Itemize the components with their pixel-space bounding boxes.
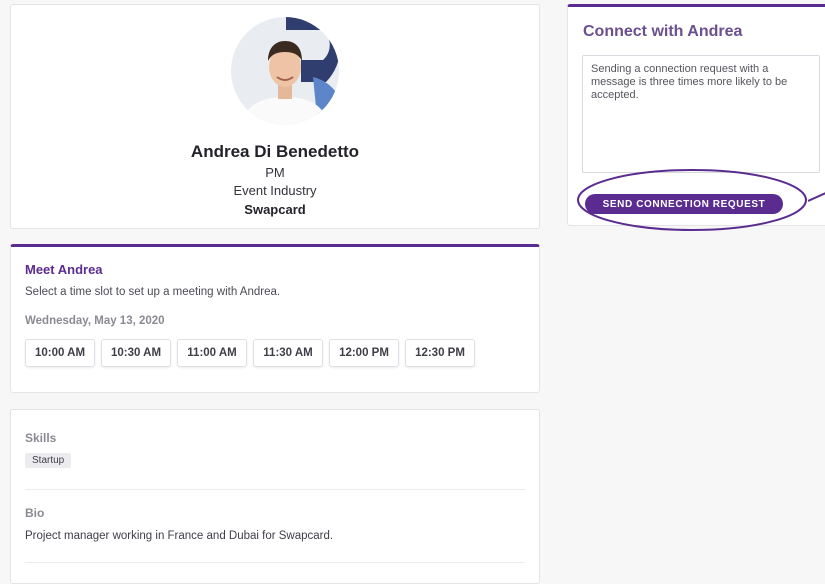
skills-label: Skills bbox=[25, 431, 57, 445]
connect-title: Connect with Andrea bbox=[583, 23, 743, 40]
divider bbox=[25, 562, 525, 563]
time-slot-button[interactable]: 10:00 AM bbox=[25, 339, 95, 367]
bio-label: Bio bbox=[25, 506, 45, 520]
time-slot-button[interactable]: 11:30 AM bbox=[253, 339, 323, 367]
time-slot-button[interactable]: 10:30 AM bbox=[101, 339, 171, 367]
profile-job-title: PM bbox=[265, 165, 285, 180]
profile-name: Andrea Di Benedetto bbox=[190, 142, 360, 161]
time-slot-button[interactable]: 12:00 PM bbox=[329, 339, 399, 367]
avatar bbox=[231, 17, 339, 125]
profile-card: Andrea Di Benedetto PM Event Industry Sw… bbox=[10, 4, 540, 229]
time-slot-button[interactable]: 12:30 PM bbox=[405, 339, 475, 367]
skill-tag: Startup bbox=[25, 453, 72, 468]
meet-title: Meet Andrea bbox=[25, 262, 103, 277]
profile-company: Swapcard bbox=[244, 202, 306, 217]
details-card: Skills Startup Bio Project manager worki… bbox=[10, 409, 540, 584]
avatar-photo bbox=[231, 17, 339, 125]
divider bbox=[25, 489, 525, 490]
meet-subtitle: Select a time slot to set up a meeting w… bbox=[25, 286, 281, 298]
meet-date: Wednesday, May 13, 2020 bbox=[25, 315, 165, 327]
meet-card: Meet Andrea Select a time slot to set up… bbox=[10, 244, 540, 393]
connection-message-input[interactable]: Sending a connection request with a mess… bbox=[582, 55, 820, 173]
bio-text: Project manager working in France and Du… bbox=[25, 530, 334, 542]
send-connection-request-button[interactable]: SEND CONNECTION REQUEST bbox=[585, 194, 783, 214]
connect-card: Connect with Andrea Sending a connection… bbox=[567, 4, 825, 226]
time-slot-button[interactable]: 11:00 AM bbox=[177, 339, 247, 367]
time-slot-list: 10:00 AM 10:30 AM 11:00 AM 11:30 AM 12:0… bbox=[25, 339, 475, 367]
profile-industry: Event Industry bbox=[233, 183, 317, 198]
